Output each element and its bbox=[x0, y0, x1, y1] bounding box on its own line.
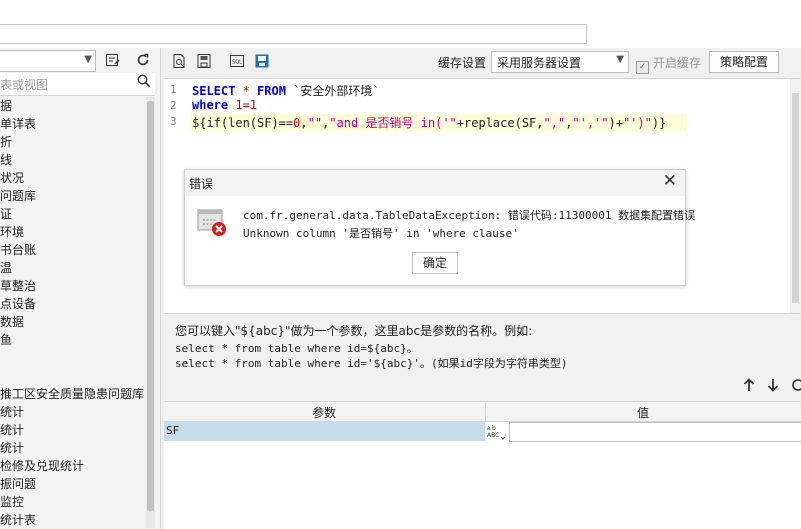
tree-item[interactable]: 环境 bbox=[0, 223, 24, 241]
search-placeholder: 表或视图 bbox=[0, 78, 49, 92]
param-value-input[interactable] bbox=[509, 422, 801, 442]
value-type-icon[interactable]: a b ABC bbox=[486, 423, 508, 441]
datasource-select[interactable]: ▼ bbox=[0, 50, 96, 72]
parameter-table: 参数 值 SF a b ABC bbox=[164, 401, 801, 529]
tree-item[interactable]: 书台账 bbox=[0, 241, 36, 259]
error-icon bbox=[197, 206, 229, 238]
ok-button[interactable]: 确定 bbox=[412, 252, 458, 274]
tree-item[interactable]: 问题库 bbox=[0, 187, 36, 205]
tree-item[interactable]: 温 bbox=[0, 259, 12, 277]
tree-item[interactable]: 监控 bbox=[0, 493, 24, 511]
tree-item[interactable]: 鱼 bbox=[0, 331, 12, 349]
arrow-down-icon[interactable] bbox=[766, 377, 780, 397]
column-header-param: 参数 bbox=[311, 406, 336, 420]
sql-icon[interactable]: SQL bbox=[228, 52, 246, 70]
dialog-title: 错误 bbox=[189, 177, 214, 191]
code-line-2: where 1=1 bbox=[192, 98, 257, 112]
tree-item[interactable]: 折 bbox=[0, 133, 12, 151]
code-token: "and 是否销号 in('" bbox=[329, 116, 457, 130]
code-line-3: ${if(len(SF)==0,"","and 是否销号 in('"+repla… bbox=[190, 114, 687, 131]
code-token: "')" bbox=[623, 116, 652, 130]
cache-mode-value: 采用服务器设置 bbox=[497, 56, 582, 70]
tree-item[interactable]: 数据 bbox=[0, 313, 24, 331]
sql-table-name: `安全外部环境` bbox=[285, 84, 380, 98]
code-token: )+ bbox=[608, 116, 623, 130]
chevron-down-icon: ▼ bbox=[616, 54, 624, 65]
arrow-up-icon[interactable] bbox=[742, 377, 756, 397]
enable-cache-checkbox[interactable]: ✓ 开启缓存 bbox=[636, 54, 701, 74]
cache-mode-select[interactable]: 采用服务器设置 ▼ bbox=[491, 51, 629, 73]
error-message: com.fr.general.data.TableDataException: … bbox=[243, 209, 696, 222]
close-icon[interactable]: ✕ bbox=[663, 171, 677, 191]
refresh-icon[interactable] bbox=[132, 49, 154, 71]
sql-keyword: FROM bbox=[257, 84, 286, 98]
table-row[interactable]: SF bbox=[164, 422, 485, 441]
hint-example: select * from table where id='${abc}'。(如… bbox=[175, 357, 568, 370]
tree-item[interactable]: 检修及兑现统计 bbox=[0, 457, 84, 475]
sql-keyword: where bbox=[192, 98, 229, 112]
search-icon[interactable] bbox=[137, 74, 151, 92]
cache-settings-icon[interactable] bbox=[253, 52, 271, 70]
tree-item[interactable]: 统计表 bbox=[0, 511, 36, 529]
line-number: 1 bbox=[170, 83, 177, 96]
tree-item[interactable]: 证 bbox=[0, 205, 12, 223]
sql-condition: 1=1 bbox=[228, 98, 258, 112]
top-input-field[interactable] bbox=[0, 24, 587, 44]
table-header: 参数 值 bbox=[164, 402, 801, 422]
error-dialog: 错误 ✕ com.fr.general.data.TableDataExcept… bbox=[184, 169, 695, 286]
code-token: +replace(SF, bbox=[456, 116, 544, 130]
editor-scrollbar[interactable] bbox=[790, 79, 801, 313]
tree-item[interactable]: 统计 bbox=[0, 439, 24, 457]
edit-connection-icon[interactable] bbox=[102, 49, 124, 71]
code-token: "" bbox=[307, 116, 323, 130]
tree-item[interactable]: 状况 bbox=[0, 169, 24, 187]
line-number: 3 bbox=[170, 115, 177, 128]
save-table-icon[interactable] bbox=[195, 52, 213, 70]
column-header-value: 值 bbox=[636, 406, 649, 420]
tree-item[interactable]: 单详表 bbox=[0, 115, 36, 133]
refresh-params-icon[interactable] bbox=[790, 377, 801, 397]
param-name-cell: SF bbox=[166, 424, 180, 437]
sql-keyword: SELECT bbox=[192, 84, 236, 98]
enable-cache-label: 开启缓存 bbox=[653, 56, 702, 70]
tree-item[interactable]: 振问题 bbox=[0, 475, 36, 493]
code-token: "','" bbox=[572, 116, 609, 130]
checkbox-check-icon: ✓ bbox=[636, 61, 649, 74]
tree-item[interactable]: 统计 bbox=[0, 403, 24, 421]
preview-icon[interactable] bbox=[170, 52, 188, 70]
chevron-down-icon: ▼ bbox=[84, 54, 92, 65]
cache-settings-label: 缓存设置 bbox=[438, 56, 487, 70]
tree-item[interactable]: 据 bbox=[0, 97, 12, 115]
tree-item[interactable]: 推工区安全质量隐患问题库 bbox=[0, 385, 144, 403]
tree-item[interactable]: 统计 bbox=[0, 421, 24, 439]
error-detail: Unknown column '是否销号' in 'where clause' bbox=[243, 227, 519, 240]
line-number-gutter: 1 2 3 bbox=[164, 79, 186, 313]
svg-text:SQL: SQL bbox=[232, 60, 242, 66]
sql-toolbar: SQL 缓存设置 采用服务器设置 ▼ ✓ 开启缓存 策略配置 bbox=[162, 50, 801, 74]
strategy-config-button[interactable]: 策略配置 bbox=[709, 51, 779, 73]
code-token: ${if(len(SF)== bbox=[192, 116, 294, 130]
svg-text:a: a bbox=[487, 425, 491, 432]
line-number: 2 bbox=[170, 99, 177, 112]
tree-item[interactable]: 线 bbox=[0, 151, 12, 169]
left-scrollbar[interactable] bbox=[146, 97, 155, 528]
code-line-1: SELECT * FROM `安全外部环境` bbox=[192, 82, 380, 99]
code-token: , bbox=[300, 116, 308, 130]
code-token: )} bbox=[651, 116, 667, 130]
tree-item[interactable]: 点设备 bbox=[0, 295, 36, 313]
table-search-input[interactable]: 表或视图 bbox=[0, 73, 155, 96]
svg-text:ABC: ABC bbox=[487, 432, 499, 439]
svg-text:b: b bbox=[492, 425, 496, 432]
sql-operator: * bbox=[235, 84, 258, 98]
hint-text: 您可以键入"${abc}"做为一个参数，这里abc是参数的名称。例如: bbox=[175, 324, 533, 338]
hint-example: select * from table where id=${abc}。 bbox=[175, 342, 418, 355]
code-token: "," bbox=[543, 116, 566, 130]
dialog-header: 错误 ✕ bbox=[185, 170, 685, 196]
tree-item[interactable]: 草整治 bbox=[0, 277, 36, 295]
